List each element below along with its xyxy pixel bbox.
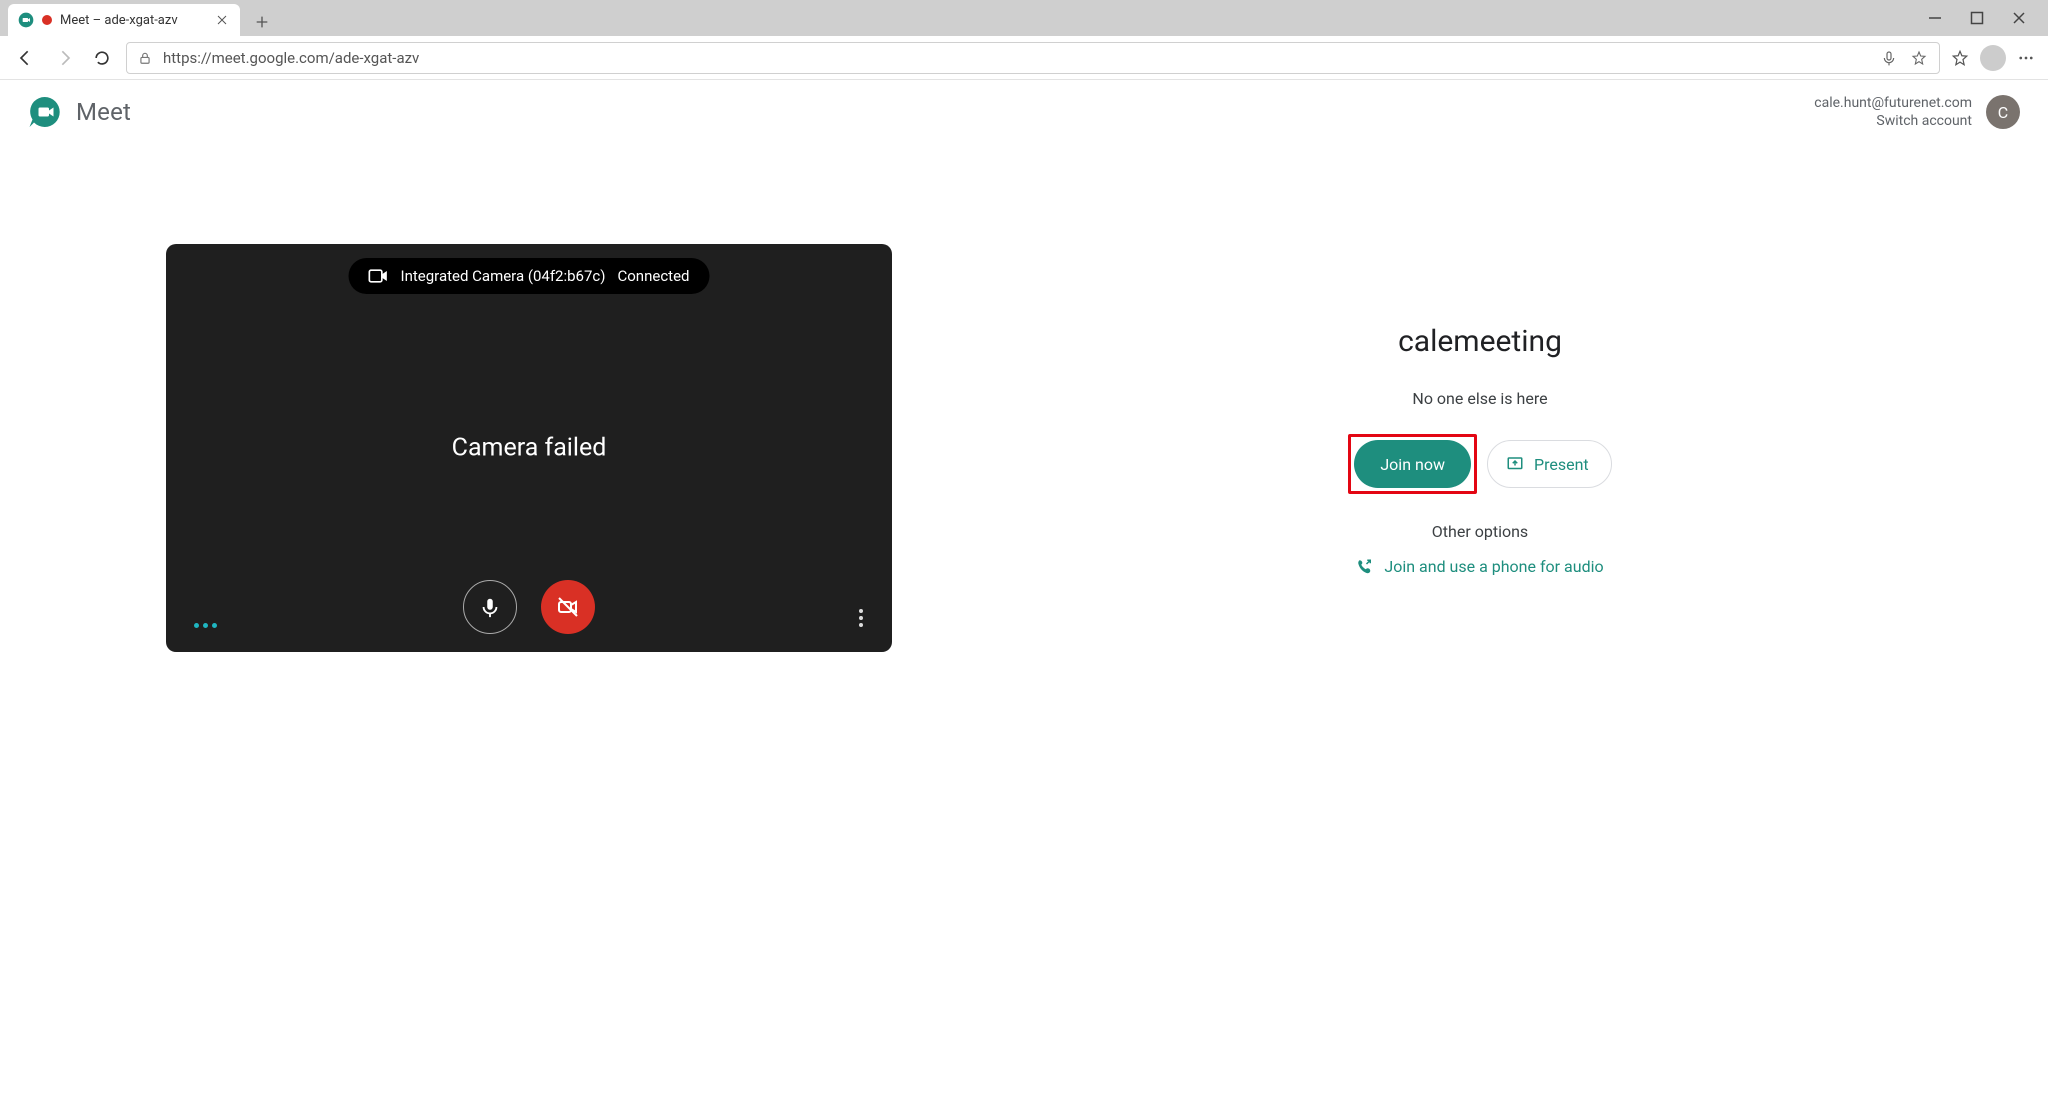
phone-audio-link[interactable]: Join and use a phone for audio: [1356, 557, 1603, 576]
meeting-name: calemeeting: [1398, 324, 1562, 359]
account-avatar[interactable]: C: [1986, 95, 2020, 129]
present-button[interactable]: Present: [1487, 440, 1612, 488]
join-button-row: Join now Present: [1348, 434, 1611, 494]
camera-icon: [369, 268, 389, 284]
address-bar[interactable]: https://meet.google.com/ade-xgat-azv: [126, 42, 1940, 74]
meet-favicon-icon: [18, 12, 34, 28]
meet-header: Meet cale.hunt@futurenet.com Switch acco…: [0, 80, 2048, 144]
maximize-icon[interactable]: [1968, 9, 1986, 27]
browser-chrome: Meet – ade-xgat-azv https://meet: [0, 0, 2048, 80]
toggle-mic-button[interactable]: [463, 580, 517, 634]
browser-tab[interactable]: Meet – ade-xgat-azv: [8, 4, 240, 36]
main-content: Integrated Camera (04f2:b67c) Connected …: [0, 144, 2048, 652]
lock-icon: [137, 50, 153, 66]
favorites-icon[interactable]: [1950, 48, 1970, 68]
account-area: cale.hunt@futurenet.com Switch account C: [1814, 94, 2020, 130]
window-close-icon[interactable]: [2010, 9, 2028, 27]
mic-permission-icon[interactable]: [1879, 48, 1899, 68]
back-button[interactable]: [12, 44, 40, 72]
browser-profile-icon[interactable]: [1980, 45, 2006, 71]
new-tab-button[interactable]: [248, 8, 276, 36]
camera-status-badge: Integrated Camera (04f2:b67c) Connected: [349, 258, 710, 294]
present-icon: [1506, 455, 1524, 473]
video-preview: Integrated Camera (04f2:b67c) Connected …: [166, 244, 892, 652]
phone-icon: [1356, 558, 1374, 576]
avatar-initial: C: [1998, 103, 2008, 122]
camera-connection-status: Connected: [617, 267, 689, 285]
video-more-options-button[interactable]: [858, 608, 864, 628]
window-controls: [1926, 0, 2048, 36]
recording-indicator-icon: [42, 15, 52, 25]
present-label: Present: [1534, 455, 1589, 474]
tab-close-icon[interactable]: [214, 12, 230, 28]
camera-device-name: Integrated Camera (04f2:b67c): [401, 267, 606, 285]
other-options-heading: Other options: [1432, 522, 1528, 541]
highlight-annotation: Join now: [1348, 434, 1477, 494]
minimize-icon[interactable]: [1926, 9, 1944, 27]
url-text: https://meet.google.com/ade-xgat-azv: [163, 49, 1869, 67]
join-panel: calemeeting No one else is here Join now…: [952, 244, 2008, 576]
participants-note: No one else is here: [1412, 389, 1547, 408]
meet-logo[interactable]: Meet: [28, 94, 131, 130]
phone-audio-label: Join and use a phone for audio: [1384, 557, 1603, 576]
browser-menu-icon[interactable]: [2016, 48, 2036, 68]
toggle-camera-button[interactable]: [541, 580, 595, 634]
forward-button: [50, 44, 78, 72]
star-icon[interactable]: [1909, 48, 1929, 68]
meet-product-name: Meet: [76, 98, 131, 126]
tab-title: Meet – ade-xgat-azv: [60, 13, 206, 28]
camera-error-message: Camera failed: [452, 434, 607, 463]
refresh-button[interactable]: [88, 44, 116, 72]
account-email: cale.hunt@futurenet.com: [1814, 94, 1972, 112]
address-row: https://meet.google.com/ade-xgat-azv: [0, 36, 2048, 80]
join-now-button[interactable]: Join now: [1354, 440, 1471, 488]
meet-logo-icon: [28, 94, 64, 130]
switch-account-link[interactable]: Switch account: [1814, 112, 1972, 130]
video-controls: [166, 580, 892, 634]
tab-strip: Meet – ade-xgat-azv: [0, 0, 2048, 36]
